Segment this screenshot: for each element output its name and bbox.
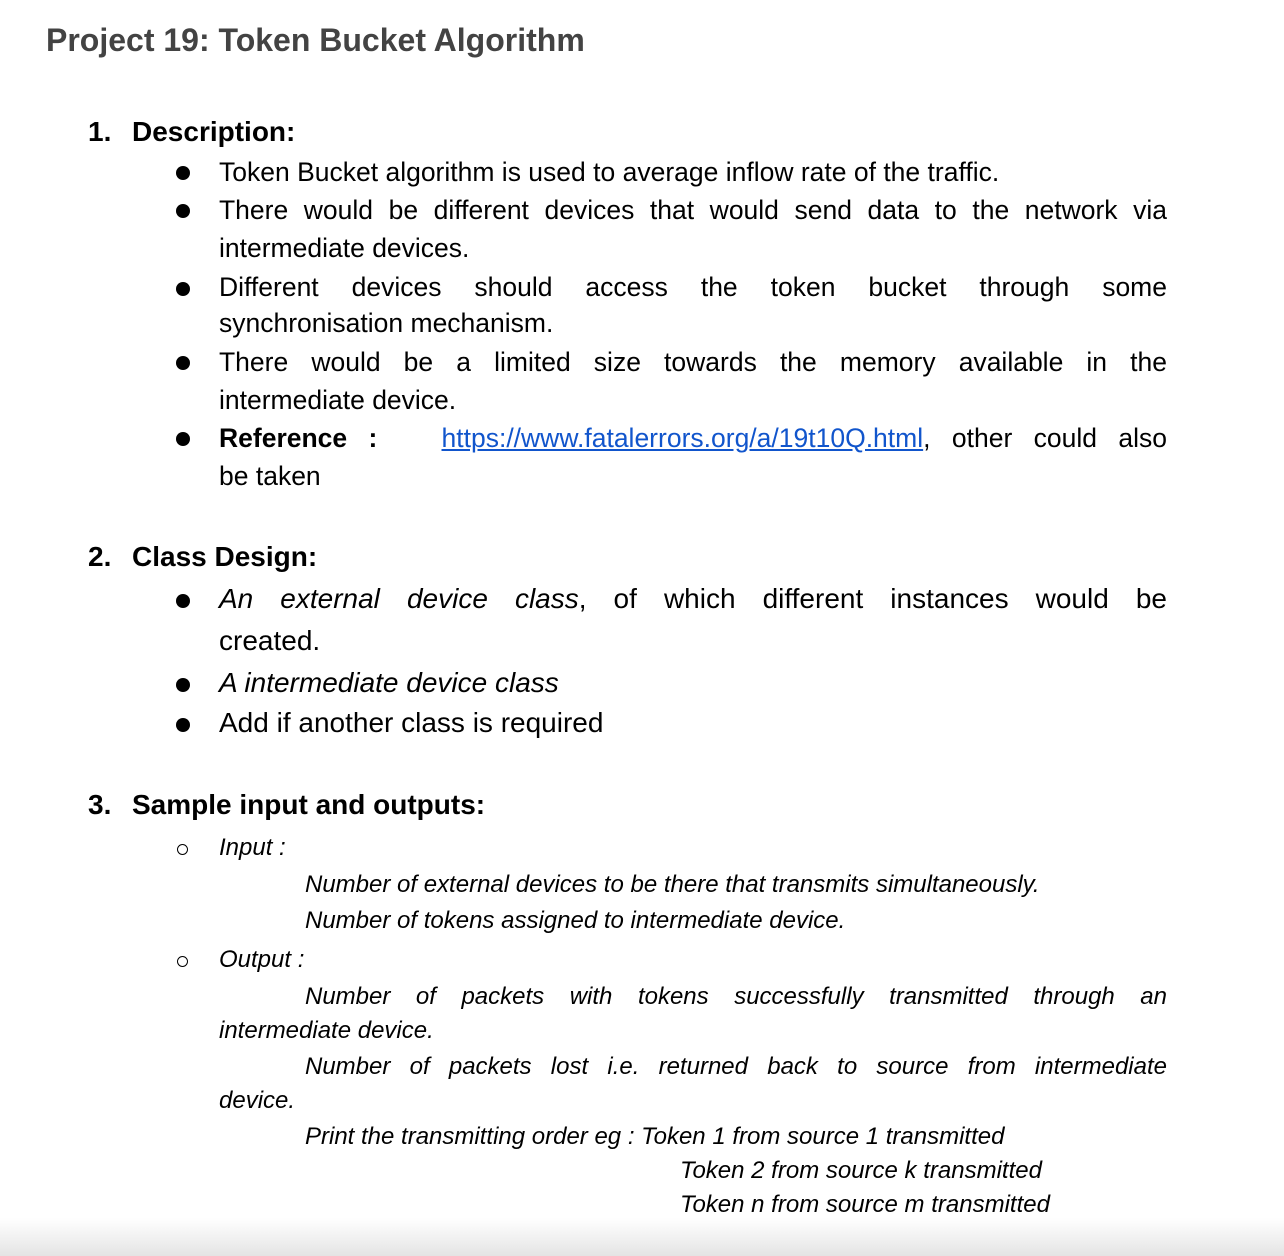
list-item: Reference : https://www.fatalerrors.org/… [219, 423, 1167, 491]
section-number: 2. [88, 541, 112, 572]
section-number: 3. [88, 789, 112, 820]
section-heading-description: 1. Description: [88, 116, 295, 148]
page-bottom-shadow [0, 1218, 1284, 1256]
list-item: There would be a limited size towards th… [219, 347, 1167, 415]
bullet-icon [176, 282, 190, 296]
list-item: There would be different devices that wo… [219, 195, 1167, 263]
output-line: Print the transmitting order eg : Token … [305, 1123, 1005, 1150]
hollow-bullet-icon [177, 844, 188, 855]
bullet-icon [176, 204, 190, 218]
reference-link[interactable]: https://www.fatalerrors.org/a/19t10Q.htm… [442, 423, 924, 453]
section-title: Class Design: [132, 541, 318, 572]
output-line: device. [219, 1087, 296, 1114]
bullet-icon [176, 432, 190, 446]
list-item: Add if another class is required [219, 707, 604, 738]
bullet-icon [176, 718, 190, 732]
list-item: Different devices should access the toke… [219, 272, 1167, 338]
input-line: Number of external devices to be there t… [305, 871, 1040, 898]
list-item: An external device class, of which diffe… [219, 583, 1167, 656]
page-title: Project 19: Token Bucket Algorithm [46, 22, 585, 58]
output-line: intermediate device. [219, 1017, 434, 1044]
hollow-bullet-icon [177, 956, 188, 967]
section-heading-sample-io: 3. Sample input and outputs: [88, 789, 485, 821]
bullet-icon [176, 356, 190, 370]
output-line: Number of packets lost i.e. returned bac… [305, 1053, 1167, 1080]
output-line: Token n from source m transmitted [680, 1191, 1050, 1218]
reference-label: Reference : [219, 423, 378, 453]
bullet-icon [176, 678, 190, 692]
section-title: Sample input and outputs: [132, 789, 486, 820]
output-label: Output : [219, 946, 305, 973]
input-line: Number of tokens assigned to intermediat… [305, 907, 846, 934]
section-title: Description: [132, 116, 296, 147]
section-heading-class-design: 2. Class Design: [88, 541, 317, 573]
list-item: A intermediate device class [219, 667, 559, 698]
input-label: Input : [219, 834, 286, 861]
list-item: Token Bucket algorithm is used to averag… [219, 157, 1000, 187]
bullet-icon [176, 594, 190, 608]
output-line: Number of packets with tokens successful… [305, 983, 1167, 1010]
output-line: Token 2 from source k transmitted [680, 1157, 1042, 1184]
bullet-icon [176, 166, 190, 180]
section-number: 1. [88, 116, 112, 147]
